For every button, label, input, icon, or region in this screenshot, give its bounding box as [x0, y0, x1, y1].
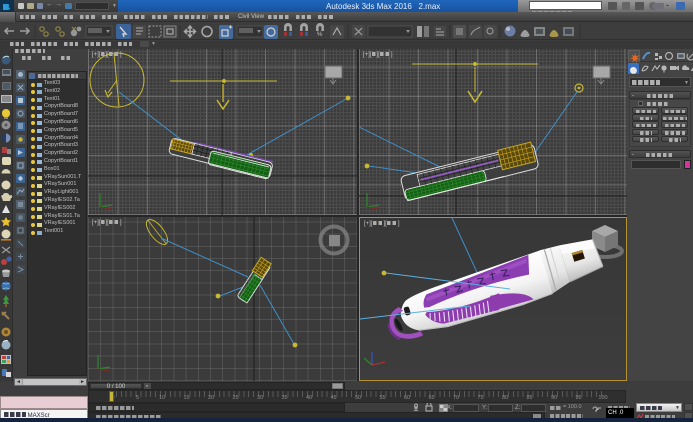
svg-text:%: %: [317, 32, 323, 38]
